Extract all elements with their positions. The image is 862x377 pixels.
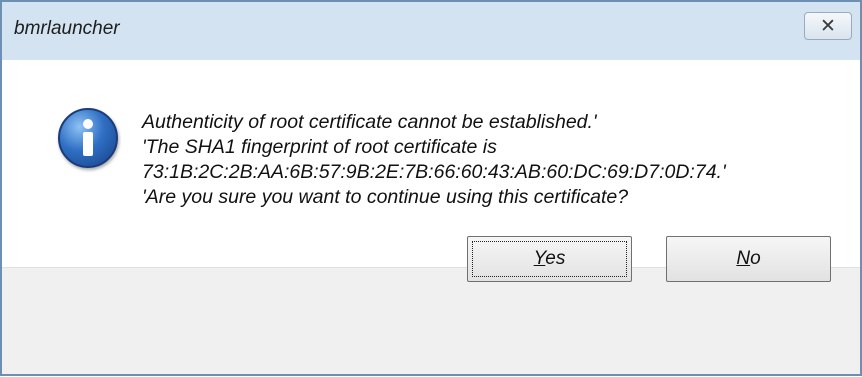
dialog-window: bmrlauncher ✕ Authenticity of root certi… xyxy=(0,0,862,376)
message-line: 'Are you sure you want to continue using… xyxy=(142,186,629,208)
message-text: Authenticity of root certificate cannot … xyxy=(142,110,726,210)
info-icon xyxy=(58,108,118,168)
no-button-label: No xyxy=(736,248,761,269)
focus-ring xyxy=(472,241,627,277)
yes-button[interactable]: Yes xyxy=(467,236,632,282)
close-icon: ✕ xyxy=(820,15,836,37)
window-title: bmrlauncher xyxy=(14,18,120,39)
title-bar: bmrlauncher ✕ xyxy=(2,2,860,60)
close-button[interactable]: ✕ xyxy=(804,12,852,40)
button-bar xyxy=(2,267,860,374)
no-button[interactable]: No xyxy=(666,236,831,282)
message-line: 'The SHA1 fingerprint of root certificat… xyxy=(142,136,497,158)
message-line: Authenticity of root certificate cannot … xyxy=(142,111,597,133)
message-line: 73:1B:2C:2B:AA:6B:57:9B:2E:7B:66:60:43:A… xyxy=(142,161,726,183)
